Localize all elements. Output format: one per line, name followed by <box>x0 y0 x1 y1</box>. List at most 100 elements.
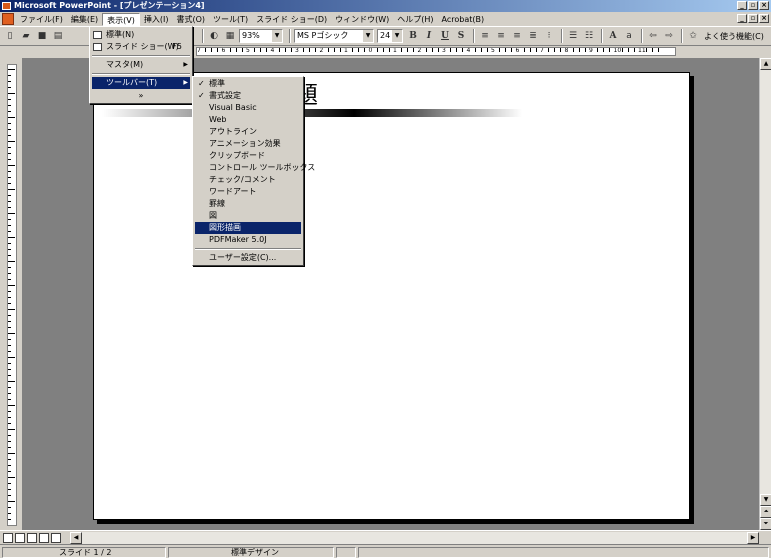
align-left-icon[interactable]: ≡ <box>478 29 492 43</box>
open-icon[interactable]: ▰ <box>19 29 33 43</box>
decrease-font-icon[interactable]: a <box>622 29 636 43</box>
underline-button[interactable]: U <box>438 29 452 43</box>
star-icon[interactable]: ✩ <box>686 29 700 43</box>
scroll-up-icon[interactable]: ▲ <box>760 58 771 70</box>
demote-icon[interactable]: ⇨ <box>662 29 676 43</box>
bullets-icon[interactable]: ☷ <box>582 29 596 43</box>
chevron-down-icon[interactable]: ▼ <box>272 30 282 42</box>
menu-tools[interactable]: ツール(T) <box>209 13 252 26</box>
scroll-left-icon[interactable]: ◀ <box>70 532 82 544</box>
powerpoint-app-icon[interactable] <box>2 2 11 10</box>
doc-minimize-button[interactable]: _ <box>737 14 747 23</box>
expand-menu-button[interactable]: » <box>92 90 190 102</box>
horizontal-scrollbar[interactable]: ◀ ▶ <box>70 532 759 544</box>
ruler-tick <box>529 48 531 52</box>
ruler-tick <box>474 48 476 52</box>
promote-icon[interactable]: ⇦ <box>646 29 660 43</box>
font-size-combo[interactable]: 24 ▼ <box>377 29 403 43</box>
menu-file[interactable]: ファイル(F) <box>16 13 67 26</box>
normal-view-icon[interactable] <box>3 533 13 543</box>
next-slide-icon[interactable]: ⏷ <box>760 518 771 530</box>
toolbar-item-wordart[interactable]: ワードアート <box>195 186 301 198</box>
toolbar-item-animation[interactable]: アニメーション効果 <box>195 138 301 150</box>
ruler-tick <box>388 48 390 52</box>
ruler-label: 5 <box>246 47 250 54</box>
ruler-tick <box>8 501 15 502</box>
doc-restore-button[interactable]: ▫ <box>748 14 758 23</box>
menu-format[interactable]: 書式(O) <box>172 13 209 26</box>
toolbar-item-web[interactable]: Web <box>195 114 301 126</box>
toolbar-item-customize[interactable]: ユーザー設定(C)... <box>195 252 301 264</box>
distribute-icon[interactable]: ≣ <box>526 29 540 43</box>
doc-close-button[interactable]: × <box>759 14 769 23</box>
spell-check-icon[interactable] <box>336 547 356 558</box>
toolbar-item-tables-borders[interactable]: 罫線 <box>195 198 301 210</box>
toolbar-item-formatting[interactable]: ✓ 書式設定 <box>195 90 301 102</box>
align-right-icon[interactable]: ≡ <box>510 29 524 43</box>
menu-edit[interactable]: 編集(E) <box>67 13 102 26</box>
toolbar-item-clipboard[interactable]: クリップボード <box>195 150 301 162</box>
increase-font-icon[interactable]: A <box>606 29 620 43</box>
close-button[interactable]: × <box>759 1 769 10</box>
slideshow-view-icon[interactable] <box>51 533 61 543</box>
chevron-down-icon[interactable]: ▼ <box>363 30 373 42</box>
toolbar-item-control-toolbox[interactable]: コントロール ツールボックス <box>195 162 315 174</box>
view-menu-item-toolbars[interactable]: ツールバー(T) ▶ <box>92 77 190 89</box>
toolbar-item-visual-basic[interactable]: Visual Basic <box>195 102 301 114</box>
normal-view-icon <box>93 31 102 39</box>
restore-button[interactable]: ▫ <box>748 1 758 10</box>
toolbar-item-picture[interactable]: 図 <box>195 210 301 222</box>
new-icon[interactable]: ▯ <box>3 29 17 43</box>
minimize-button[interactable]: _ <box>737 1 747 10</box>
view-menu-item-slideshow[interactable]: スライド ショー(W) F5 <box>92 41 190 53</box>
frequent-functions-button[interactable]: よく使う機能(C) <box>704 31 764 42</box>
slide-view-icon[interactable] <box>27 533 37 543</box>
scroll-right-icon[interactable]: ▶ <box>747 532 759 544</box>
ruler-tick <box>8 141 15 142</box>
toolbar-item-outline[interactable]: アウトライン <box>195 126 301 138</box>
numbering-icon[interactable]: ☰ <box>566 29 580 43</box>
menu-acrobat[interactable]: Acrobat(B) <box>438 13 489 26</box>
menu-insert[interactable]: 挿入(I) <box>140 13 173 26</box>
save-icon[interactable]: ■ <box>35 29 49 43</box>
print-icon[interactable]: ▤ <box>51 29 65 43</box>
vertical-scrollbar[interactable]: ▲ ▼ ⏶ ⏷ <box>759 58 771 530</box>
shadow-button[interactable]: S <box>454 29 468 43</box>
menu-window[interactable]: ウィンドウ(W) <box>331 13 393 26</box>
toolbar-item-drawing[interactable]: 図形描画 <box>195 222 301 234</box>
bold-button[interactable]: B <box>406 29 420 43</box>
chevron-down-icon[interactable]: ▼ <box>392 30 402 42</box>
vertical-ruler[interactable] <box>7 64 17 526</box>
italic-button[interactable]: I <box>422 29 436 43</box>
toolbar-item-reviewing[interactable]: チェック/コメント <box>195 174 301 186</box>
zoom-combo[interactable]: 93% ▼ <box>239 29 283 43</box>
ruler-tick <box>486 48 488 52</box>
ruler-tick <box>315 48 317 52</box>
outline-view-icon[interactable] <box>15 533 25 543</box>
line-spacing-icon[interactable]: ⁝ <box>542 29 556 43</box>
horizontal-ruler[interactable]: 7 6 5 4 3 2 1 0 1 2 3 4 5 6 7 8 9 10 11 <box>196 47 676 56</box>
toolbar-item-pdfmaker[interactable]: PDFMaker 5.0J <box>195 234 301 246</box>
toolbar-item-standard[interactable]: ✓ 標準 <box>195 78 301 90</box>
slide-canvas[interactable]: 題 <box>93 72 690 520</box>
view-menu-item-master[interactable]: マスタ(M) ▶ <box>92 59 190 71</box>
color-icon[interactable]: ◐ <box>207 29 221 43</box>
grid-icon[interactable]: ▦ <box>223 29 237 43</box>
ruler-label: 10 <box>613 47 622 54</box>
ruler-tick <box>8 387 11 388</box>
font-combo[interactable]: MS Pゴシック ▼ <box>294 29 374 43</box>
sorter-view-icon[interactable] <box>39 533 49 543</box>
ruler-tick <box>8 225 11 226</box>
view-menu-item-normal[interactable]: 標準(N) <box>92 29 190 41</box>
previous-slide-icon[interactable]: ⏶ <box>760 506 771 518</box>
ruler-tick <box>499 48 501 52</box>
menu-slideshow[interactable]: スライド ショー(D) <box>252 13 331 26</box>
align-center-icon[interactable]: ≡ <box>494 29 508 43</box>
scroll-down-icon[interactable]: ▼ <box>760 494 771 506</box>
ruler-tick <box>8 159 11 160</box>
menu-view[interactable]: 表示(V) <box>102 12 140 26</box>
ruler-tick <box>8 351 11 352</box>
checkmark-icon: ✓ <box>198 79 205 88</box>
document-icon[interactable] <box>2 13 14 25</box>
menu-help[interactable]: ヘルプ(H) <box>393 13 437 26</box>
